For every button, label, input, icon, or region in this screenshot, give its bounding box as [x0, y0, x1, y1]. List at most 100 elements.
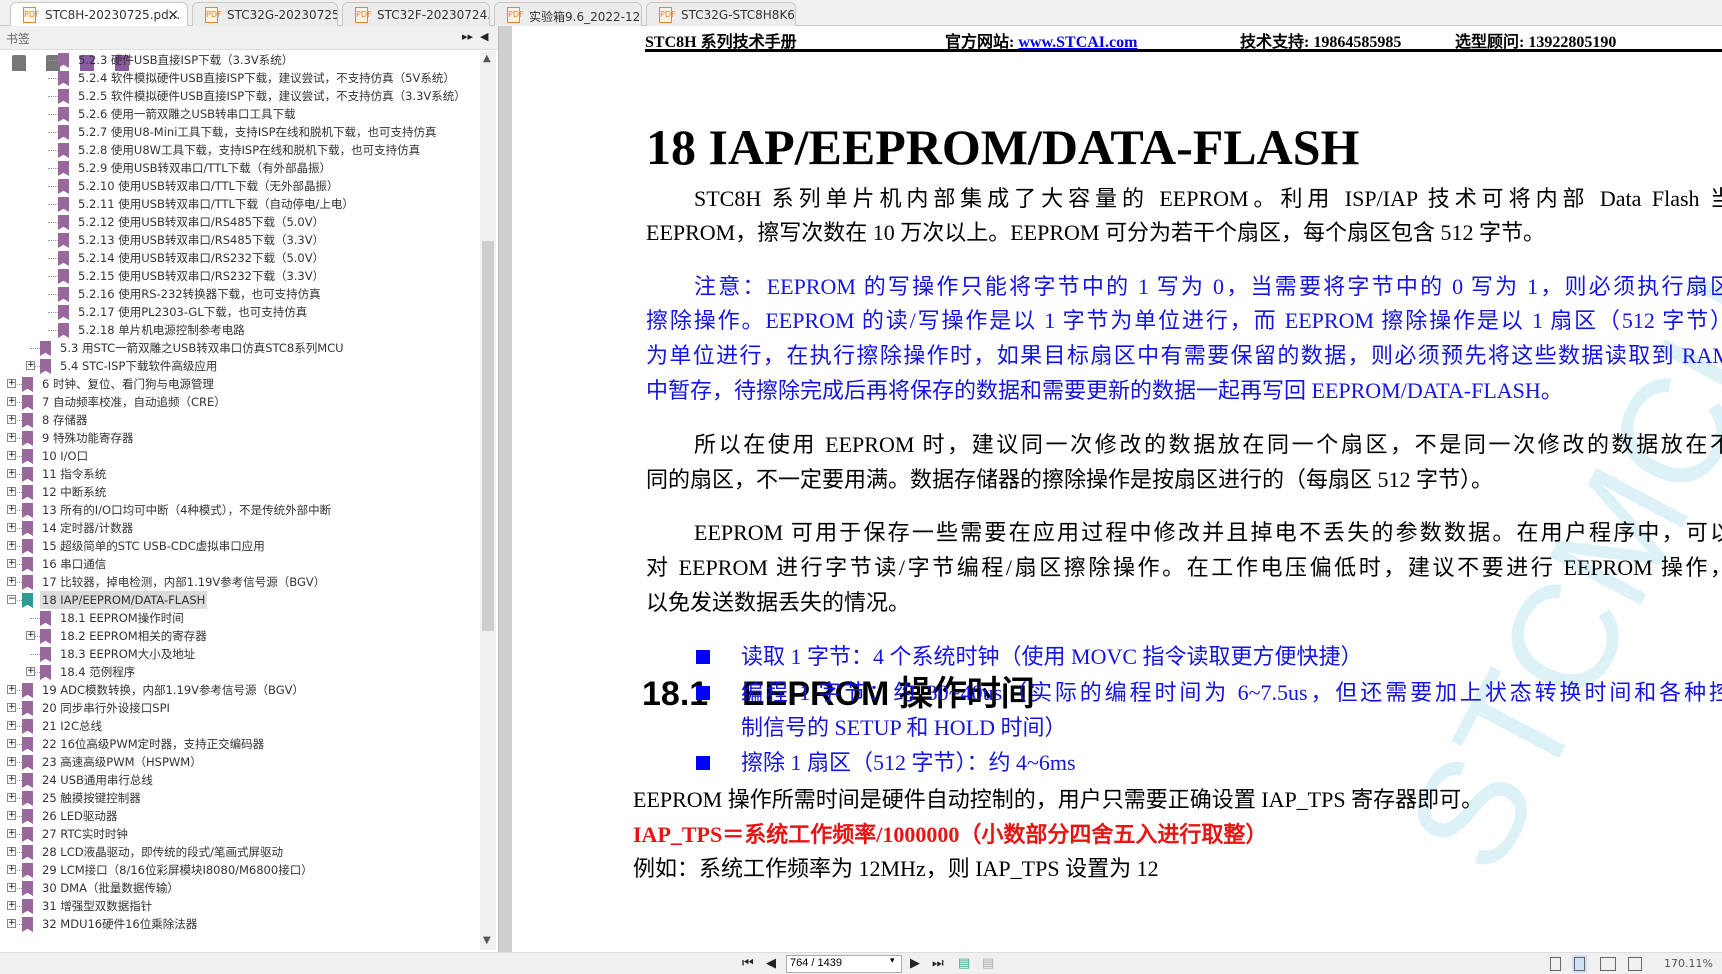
- page-dropdown-icon[interactable]: ▾: [890, 956, 895, 966]
- bookmark-item[interactable]: +25 触摸按键控制器: [0, 789, 480, 807]
- next-view-icon[interactable]: ▤: [982, 956, 994, 971]
- continuous-facing-view-icon[interactable]: [1628, 957, 1642, 971]
- expand-icon[interactable]: +: [7, 379, 16, 388]
- bookmark-item[interactable]: 5.2.18 单片机电源控制参考电路: [0, 321, 480, 339]
- bookmark-item[interactable]: 5.2.15 使用USB转双串口/RS232下载（3.3V）: [0, 267, 480, 285]
- expand-icon[interactable]: +: [7, 433, 16, 442]
- bookmark-item[interactable]: +14 定时器/计数器: [0, 519, 480, 537]
- bookmark-item[interactable]: +17 比较器，掉电检测，内部1.19V参考信号源（BGV）: [0, 573, 480, 591]
- expand-icon[interactable]: +: [7, 847, 16, 856]
- expand-icon[interactable]: +: [7, 757, 16, 766]
- expand-icon[interactable]: +: [7, 811, 16, 820]
- bookmark-item[interactable]: +22 16位高级PWM定时器，支持正交编码器: [0, 735, 480, 753]
- bookmark-item[interactable]: 5.2.8 使用U8W工具下载，支持ISP在线和脱机下载，也可支持仿真: [0, 141, 480, 159]
- facing-view-icon[interactable]: [1600, 957, 1616, 971]
- prev-page-icon[interactable]: ◀: [766, 956, 776, 971]
- expand-icon[interactable]: +: [7, 487, 16, 496]
- bookmark-item[interactable]: 5.2.9 使用USB转双串口/TTL下载（有外部晶振）: [0, 159, 480, 177]
- bookmark-item[interactable]: 5.2.6 使用一箭双雕之USB转串口工具下载: [0, 105, 480, 123]
- bookmark-item[interactable]: 5.2.5 软件模拟硬件USB直接ISP下载，建议尝试，不支持仿真（3.3V系统…: [0, 87, 480, 105]
- bookmark-item[interactable]: 5.2.17 使用PL2303-GL下载，也可支持仿真: [0, 303, 480, 321]
- expand-icon[interactable]: +: [7, 883, 16, 892]
- expand-icon[interactable]: +: [7, 685, 16, 694]
- expand-icon[interactable]: +: [7, 577, 16, 586]
- collapse-icon[interactable]: −: [7, 595, 16, 604]
- expand-icon[interactable]: +: [7, 865, 16, 874]
- expand-icon[interactable]: +: [7, 451, 16, 460]
- expand-icon[interactable]: +: [7, 793, 16, 802]
- continuous-view-icon[interactable]: [1572, 955, 1587, 973]
- expand-icon[interactable]: +: [7, 919, 16, 928]
- bookmark-item[interactable]: 5.2.12 使用USB转双串口/RS485下载（5.0V）: [0, 213, 480, 231]
- scrollbar-thumb[interactable]: [482, 241, 494, 631]
- bookmark-item[interactable]: +30 DMA（批量数据传输）: [0, 879, 480, 897]
- next-page-icon[interactable]: ▶: [910, 956, 920, 971]
- bookmark-item[interactable]: 5.2.16 使用RS-232转换器下载，也可支持仿真: [0, 285, 480, 303]
- bookmark-item[interactable]: +21 I2C总线: [0, 717, 480, 735]
- first-page-icon[interactable]: ⏮: [742, 956, 754, 971]
- expand-icon[interactable]: +: [7, 505, 16, 514]
- expand-icon[interactable]: +: [7, 415, 16, 424]
- bookmark-item[interactable]: +23 高速高级PWM（HSPWM）: [0, 753, 480, 771]
- tab-document[interactable]: PDF STC8H-20230725.pd... ×: [10, 2, 188, 27]
- panel-splitter[interactable]: [498, 26, 512, 952]
- expand-icon[interactable]: +: [7, 703, 16, 712]
- bookmark-item[interactable]: 5.2.7 使用U8-Mini工具下载，支持ISP在线和脱机下载，也可支持仿真: [0, 123, 480, 141]
- tab-document[interactable]: PDF STC32G-STC8H8K6...: [646, 2, 796, 26]
- bookmark-item[interactable]: +20 同步串行外设接口SPI: [0, 699, 480, 717]
- bookmark-item[interactable]: +8 存储器: [0, 411, 480, 429]
- bookmark-item[interactable]: 5.3 用STC一箭双雕之USB转双串口仿真STC8系列MCU: [0, 339, 480, 357]
- tab-document[interactable]: PDF STC32G-20230725....: [192, 2, 338, 26]
- expand-icon[interactable]: +: [7, 721, 16, 730]
- tab-document[interactable]: PDF STC32F-20230724....: [342, 2, 490, 26]
- bookmark-item[interactable]: +28 LCD液晶驱动，即传统的段式/笔画式屏驱动: [0, 843, 480, 861]
- expand-icon[interactable]: +: [26, 667, 35, 676]
- bookmark-item[interactable]: +26 LED驱动器: [0, 807, 480, 825]
- bookmark-item[interactable]: +9 特殊功能寄存器: [0, 429, 480, 447]
- expand-icon[interactable]: +: [7, 541, 16, 550]
- expand-icon[interactable]: +: [7, 829, 16, 838]
- bookmark-item[interactable]: 18.1 EEPROM操作时间: [0, 609, 480, 627]
- bookmark-item[interactable]: +29 LCM接口（8/16位彩屏模块I8080/M6800接口）: [0, 861, 480, 879]
- zoom-level[interactable]: 170.11%: [1664, 957, 1713, 970]
- expand-icon[interactable]: +: [7, 901, 16, 910]
- expand-icon[interactable]: +: [7, 559, 16, 568]
- previous-view-icon[interactable]: ▤: [958, 956, 970, 971]
- bookmark-item[interactable]: +16 串口通信: [0, 555, 480, 573]
- scroll-down-icon[interactable]: ▼: [483, 935, 491, 946]
- expand-icon[interactable]: +: [26, 631, 35, 640]
- bookmark-item[interactable]: +31 增强型双数据指针: [0, 897, 480, 915]
- bookmark-item[interactable]: − 18 IAP/EEPROM/DATA-FLASH: [0, 591, 480, 609]
- expand-icon[interactable]: +: [7, 775, 16, 784]
- bookmark-item[interactable]: 18.3 EEPROM大小及地址: [0, 645, 480, 663]
- scroll-up-icon[interactable]: ▲: [483, 53, 491, 64]
- bookmark-item[interactable]: 5.2.4 软件模拟硬件USB直接ISP下载，建议尝试，不支持仿真（5V系统）: [0, 69, 480, 87]
- bookmark-item[interactable]: +27 RTC实时时钟: [0, 825, 480, 843]
- close-tab-icon[interactable]: ×: [167, 7, 179, 23]
- bookmark-item[interactable]: +15 超级简单的STC USB-CDC虚拟串口应用: [0, 537, 480, 555]
- bookmark-item[interactable]: 5.2.11 使用USB转双串口/TTL下载（自动停电/上电）: [0, 195, 480, 213]
- tab-document[interactable]: PDF 实验箱9.6_2022-12-...: [494, 2, 642, 26]
- expand-icon[interactable]: +: [7, 397, 16, 406]
- bookmark-item[interactable]: +19 ADC模数转换，内部1.19V参考信号源（BGV）: [0, 681, 480, 699]
- bookmark-item[interactable]: 5.2.3 硬件USB直接ISP下载（3.3V系统）: [0, 51, 480, 69]
- collapse-panel-icon[interactable]: ◀: [480, 30, 488, 43]
- bookmark-item[interactable]: 5.2.14 使用USB转双串口/RS232下载（5.0V）: [0, 249, 480, 267]
- bookmark-item[interactable]: +13 所有的I/O口均可中断（4种模式），不是传统外部中断: [0, 501, 480, 519]
- expand-icon[interactable]: +: [7, 469, 16, 478]
- single-page-view-icon[interactable]: [1550, 957, 1561, 971]
- bookmark-item[interactable]: +7 自动频率校准，自动追频（CRE）: [0, 393, 480, 411]
- bookmark-item[interactable]: +5.4 STC-ISP下载软件高级应用: [0, 357, 480, 375]
- bookmark-item[interactable]: +11 指令系统: [0, 465, 480, 483]
- bookmark-scrollbar[interactable]: ▲ ▼: [480, 51, 496, 950]
- page-number-input[interactable]: 764 / 1439: [786, 955, 902, 973]
- bookmark-item[interactable]: 5.2.10 使用USB转双串口/TTL下载（无外部晶振）: [0, 177, 480, 195]
- bookmark-item[interactable]: +32 MDU16硬件16位乘除法器: [0, 915, 480, 933]
- website-link[interactable]: www.STCAI.com: [1018, 34, 1137, 51]
- bookmark-item[interactable]: +18.4 范例程序: [0, 663, 480, 681]
- expand-icon[interactable]: +: [26, 361, 35, 370]
- last-page-icon[interactable]: ⏭: [932, 956, 944, 971]
- bookmark-item[interactable]: +6 时钟、复位、看门狗与电源管理: [0, 375, 480, 393]
- expand-icon[interactable]: +: [7, 739, 16, 748]
- expand-panel-icon[interactable]: ▸▸: [462, 30, 473, 43]
